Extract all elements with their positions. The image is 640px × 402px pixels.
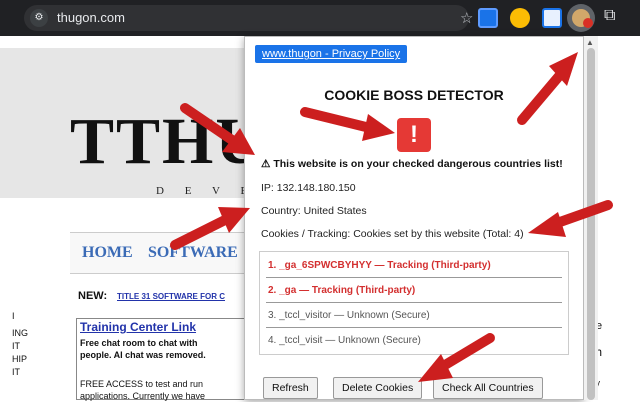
alert-icon: ! <box>397 118 431 152</box>
training-description: Free chat room to chat with people. AI c… <box>80 338 206 360</box>
dangerous-country-warning: ⚠ This website is on your checked danger… <box>261 158 563 170</box>
nav-software[interactable]: SOFTWARE <box>148 244 238 262</box>
side-item: IT <box>12 367 20 377</box>
new-software-link[interactable]: TITLE 31 SOFTWARE FOR C <box>117 292 225 301</box>
delete-cookies-button[interactable]: Delete Cookies <box>333 377 423 399</box>
divider <box>266 277 562 278</box>
tune-icon[interactable]: ⚙ <box>30 9 48 27</box>
cookies-summary: Cookies / Tracking: Cookies set by this … <box>261 228 524 240</box>
extensions-puzzle-icon[interactable]: ⧉ <box>604 7 615 25</box>
free-access-text: FREE ACCESS to test and run applications… <box>80 379 206 401</box>
cookie-item: 2. _ga — Tracking (Third-party) <box>268 285 416 296</box>
check-all-countries-button[interactable]: Check All Countries <box>433 377 543 399</box>
side-item: IT <box>12 341 20 351</box>
scroll-thumb[interactable] <box>587 48 595 400</box>
side-item: HIP <box>12 354 28 364</box>
refresh-button[interactable]: Refresh <box>263 377 318 399</box>
side-item: ING <box>12 328 29 338</box>
popup-title: COOKIE BOSS DETECTOR <box>324 87 504 103</box>
training-center-link[interactable]: Training Center Link <box>80 320 196 334</box>
country: Country: United States <box>261 205 367 217</box>
cookie-list: 1. _ga_6SPWCBYHYY — Tracking (Third-part… <box>259 251 569 355</box>
divider <box>266 302 562 303</box>
browser-toolbar: ⚙ thugon.com ☆ ⧉ <box>0 0 640 36</box>
cookie-item: 4. _tccl_visit — Unknown (Secure) <box>268 335 421 346</box>
cookie-item: 1. _ga_6SPWCBYHYY — Tracking (Third-part… <box>268 260 491 271</box>
divider <box>266 327 562 328</box>
side-item: I <box>12 311 15 321</box>
extension-icon-1[interactable] <box>478 8 498 28</box>
site-logo: TTHU <box>70 105 266 178</box>
url-text[interactable]: thugon.com <box>57 10 125 25</box>
extension-icon-2[interactable] <box>510 8 530 28</box>
bookmark-star-icon[interactable]: ☆ <box>460 9 473 27</box>
cookie-item: 3. _tccl_visitor — Unknown (Secure) <box>268 310 430 321</box>
side-list: I ING IT HIP IT <box>12 310 28 379</box>
address-bar[interactable]: ⚙ thugon.com ☆ <box>24 5 473 31</box>
scroll-up-arrow-icon[interactable]: ▲ <box>586 38 594 47</box>
cookie-boss-popup: www.thugon - Privacy Policy COOKIE BOSS … <box>244 36 584 400</box>
new-label: NEW: <box>78 290 108 302</box>
privacy-policy-link[interactable]: www.thugon - Privacy Policy <box>255 45 408 63</box>
alert-badge <box>583 18 593 28</box>
cookie-boss-extension-button[interactable] <box>567 4 595 32</box>
extension-icon-3[interactable] <box>542 8 562 28</box>
ip-address: IP: 132.148.180.150 <box>261 182 356 194</box>
nav-home[interactable]: HOME <box>82 244 133 262</box>
